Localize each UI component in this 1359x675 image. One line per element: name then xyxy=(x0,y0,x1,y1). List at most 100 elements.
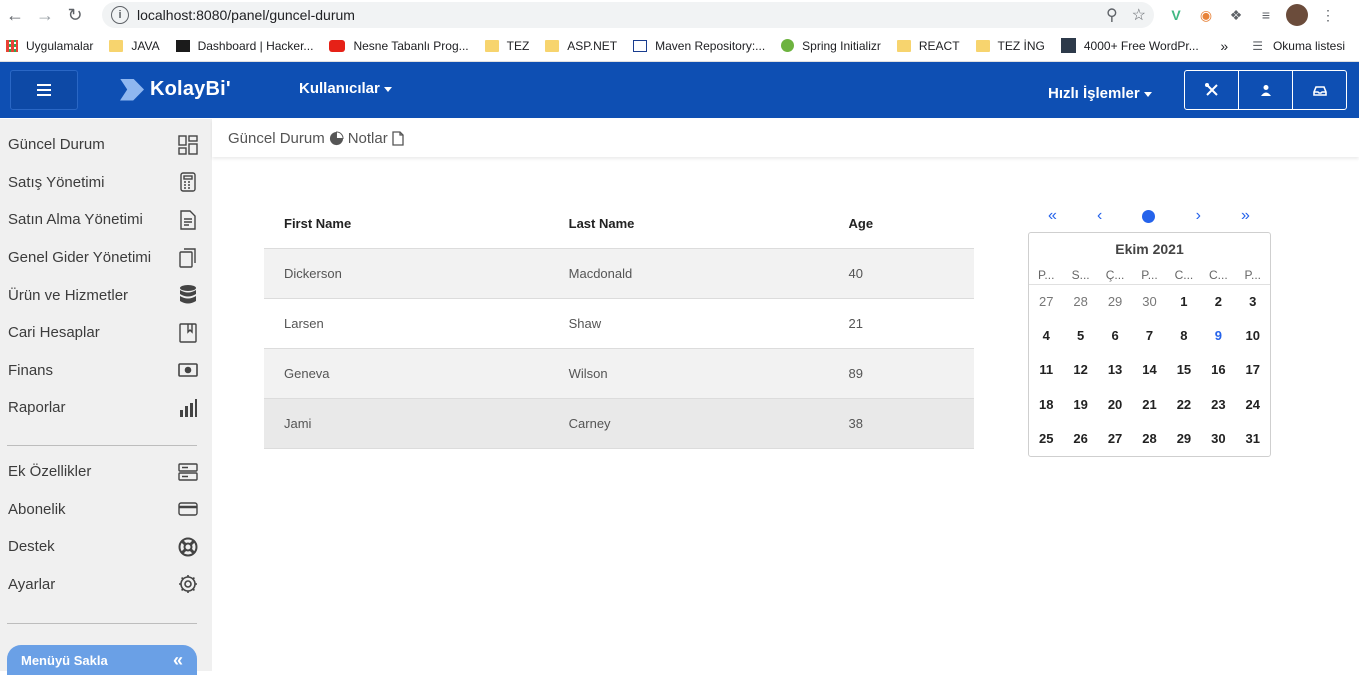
calendar-day[interactable]: 1 xyxy=(1167,285,1201,319)
today-dot-icon[interactable] xyxy=(1142,209,1156,223)
calendar-day[interactable]: 16 xyxy=(1201,353,1235,387)
calendar-day[interactable]: 26 xyxy=(1063,422,1097,456)
calendar-day[interactable]: 29 xyxy=(1167,422,1201,456)
calendar-day[interactable]: 28 xyxy=(1063,285,1097,319)
address-bar[interactable]: i localhost:8080/panel/guncel-durum ⚲ ☆ xyxy=(102,2,1154,28)
bookmark-hackerrank[interactable]: Dashboard | Hacker... xyxy=(175,39,313,53)
quick-actions-menu[interactable]: Hızlı İşlemler xyxy=(1048,85,1152,102)
sidebar-item-satin-alma[interactable]: Satın Alma Yönetimi xyxy=(0,201,212,239)
calendar-day[interactable]: 19 xyxy=(1063,388,1097,422)
calendar-day[interactable]: 4 xyxy=(1029,319,1063,353)
profile-avatar[interactable] xyxy=(1286,4,1308,26)
calendar-day[interactable]: 5 xyxy=(1063,319,1097,353)
bookmark-spring[interactable]: Spring Initializr xyxy=(781,39,881,53)
calendar-day[interactable]: 30 xyxy=(1201,422,1235,456)
sidebar-item-genel-gider[interactable]: Genel Gider Yönetimi xyxy=(0,239,212,277)
more-bookmarks-button[interactable]: » xyxy=(1220,38,1228,54)
calendar-day[interactable]: 12 xyxy=(1063,353,1097,387)
vue-devtools-icon[interactable]: V xyxy=(1166,5,1186,25)
profile-button[interactable] xyxy=(1238,70,1293,110)
logo[interactable]: KolayBi' xyxy=(120,78,231,101)
forward-icon[interactable]: → xyxy=(30,0,60,30)
calendar-day[interactable]: 14 xyxy=(1132,353,1166,387)
calendar-day[interactable]: 10 xyxy=(1236,319,1270,353)
bookmark-java[interactable]: JAVA xyxy=(109,39,160,53)
calendar-day[interactable]: 2 xyxy=(1201,285,1235,319)
bookmark-tez[interactable]: TEZ xyxy=(484,39,529,53)
sidebar-item-cari-hesaplar[interactable]: Cari Hesaplar xyxy=(0,314,212,352)
book-icon xyxy=(178,323,198,343)
breadcrumb-current[interactable]: Güncel Durum xyxy=(228,130,325,147)
app-header: KolayBi' Kullanıcılar Hızlı İşlemler xyxy=(0,62,1359,118)
breadcrumb-notes[interactable]: Notlar xyxy=(348,130,388,147)
calendar-day[interactable]: 8 xyxy=(1167,319,1201,353)
calendar-day[interactable]: 7 xyxy=(1132,319,1166,353)
calendar-day[interactable]: 21 xyxy=(1132,388,1166,422)
bookmark-wordpress[interactable]: 4000+ Free WordPr... xyxy=(1060,38,1199,53)
bookmark-star-icon[interactable]: ☆ xyxy=(1132,5,1146,25)
back-icon[interactable]: ← xyxy=(0,0,30,30)
sidebar-item-destek[interactable]: Destek xyxy=(0,528,212,566)
sidebar-item-abonelik[interactable]: Abonelik xyxy=(0,490,212,528)
sidebar-item-finans[interactable]: Finans xyxy=(0,352,212,390)
calculator-icon xyxy=(178,172,198,193)
inbox-button[interactable] xyxy=(1292,70,1347,110)
sidebar-item-guncel-durum[interactable]: Güncel Durum xyxy=(0,126,212,164)
column-header-last-name[interactable]: Last Name xyxy=(548,199,829,249)
calendar-day[interactable]: 27 xyxy=(1029,285,1063,319)
folder-icon xyxy=(896,39,911,52)
calendar-day[interactable]: 25 xyxy=(1029,422,1063,456)
bookmark-aspnet[interactable]: ASP.NET xyxy=(545,39,617,53)
sidebar-toggle-button[interactable] xyxy=(10,70,78,110)
sidebar-item-ayarlar[interactable]: Ayarlar xyxy=(0,566,212,604)
table-row[interactable]: Geneva Wilson 89 xyxy=(264,348,974,399)
calendar-day[interactable]: 15 xyxy=(1167,353,1201,387)
table-row[interactable]: Larsen Shaw 21 xyxy=(264,298,974,349)
sidebar-item-satis[interactable]: Satış Yönetimi xyxy=(0,164,212,202)
prev-month-icon[interactable]: ‹ xyxy=(1097,207,1102,225)
cell-first-name: Larsen xyxy=(264,298,549,349)
calendar-day[interactable]: 3 xyxy=(1236,285,1270,319)
calendar-day[interactable]: 24 xyxy=(1236,388,1270,422)
sidebar-item-ek-ozellikler[interactable]: Ek Özellikler xyxy=(0,453,212,491)
calendar-day[interactable]: 13 xyxy=(1098,353,1132,387)
column-header-first-name[interactable]: First Name xyxy=(264,199,549,249)
bookmark-apps[interactable]: Uygulamalar xyxy=(6,39,93,53)
extension-icon[interactable]: ◉ xyxy=(1196,5,1216,25)
bookmark-react[interactable]: REACT xyxy=(896,39,960,53)
zoom-icon[interactable]: ⚲ xyxy=(1106,5,1118,25)
calendar-day[interactable]: 20 xyxy=(1098,388,1132,422)
calendar-day[interactable]: 9 xyxy=(1201,319,1235,353)
prev-year-icon[interactable]: « xyxy=(1048,207,1057,225)
bookmark-youtube[interactable]: Nesne Tabanlı Prog... xyxy=(329,39,469,53)
reload-icon[interactable]: ↻ xyxy=(60,0,90,30)
reading-list-link[interactable]: Okuma listesi xyxy=(1273,39,1345,53)
table-header-row: First Name Last Name Age xyxy=(264,199,974,249)
users-menu[interactable]: Kullanıcılar xyxy=(299,80,392,97)
puzzle-icon[interactable]: ❖ xyxy=(1226,5,1246,25)
site-info-icon[interactable]: i xyxy=(111,6,129,24)
sidebar-item-urun-hizmetler[interactable]: Ürün ve Hizmetler xyxy=(0,276,212,314)
calendar-day[interactable]: 11 xyxy=(1029,353,1063,387)
calendar-day[interactable]: 17 xyxy=(1236,353,1270,387)
calendar-day[interactable]: 22 xyxy=(1167,388,1201,422)
table-row[interactable]: Jami Carney 38 xyxy=(264,398,974,449)
calendar-day[interactable]: 23 xyxy=(1201,388,1235,422)
reading-list-icon[interactable]: ≡ xyxy=(1256,5,1276,25)
column-header-age[interactable]: Age xyxy=(828,199,974,249)
calendar-day[interactable]: 18 xyxy=(1029,388,1063,422)
calendar-day[interactable]: 29 xyxy=(1098,285,1132,319)
calendar-day[interactable]: 28 xyxy=(1132,422,1166,456)
calendar-day[interactable]: 31 xyxy=(1236,422,1270,456)
next-year-icon[interactable]: » xyxy=(1241,207,1250,225)
calendar-day[interactable]: 6 xyxy=(1098,319,1132,353)
bookmark-tez-ing[interactable]: TEZ İNG xyxy=(975,39,1045,53)
table-row[interactable]: Dickerson Macdonald 40 xyxy=(264,248,974,299)
calendar-day[interactable]: 30 xyxy=(1132,285,1166,319)
calendar-day[interactable]: 27 xyxy=(1098,422,1132,456)
next-month-icon[interactable]: › xyxy=(1196,207,1201,225)
chrome-menu-icon[interactable]: ⋮ xyxy=(1318,5,1338,25)
bookmark-maven[interactable]: Maven Repository:... xyxy=(633,39,765,53)
tools-button[interactable] xyxy=(1184,70,1239,110)
sidebar-item-raporlar[interactable]: Raporlar xyxy=(0,389,212,427)
